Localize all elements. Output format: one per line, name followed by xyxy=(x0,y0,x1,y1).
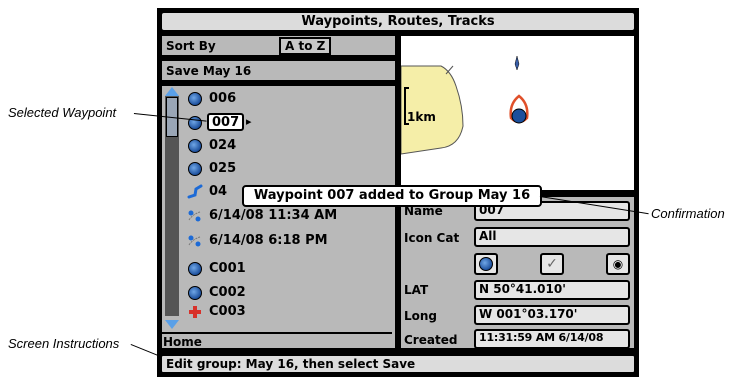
list-item-selected[interactable]: 007 xyxy=(207,113,245,131)
track-icon xyxy=(188,210,201,222)
selection-arrow-icon: ▸ xyxy=(246,115,252,128)
list-item[interactable]: 024 xyxy=(209,135,236,157)
save-group-label: Save May 16 xyxy=(166,64,252,78)
list-item[interactable]: C003 xyxy=(209,301,246,323)
created-label: Created xyxy=(404,333,458,347)
map-canvas xyxy=(401,55,529,155)
waypoint-icon xyxy=(188,286,202,300)
list-item[interactable]: 6/14/08 6:18 PM xyxy=(209,230,328,252)
status-bar: Edit group: May 16, then select Save xyxy=(160,354,636,374)
checkmark-button[interactable]: ✓ xyxy=(540,253,564,275)
list-item[interactable]: 6/14/08 11:34 AM xyxy=(209,205,337,227)
icon-cat-field[interactable]: All xyxy=(474,227,630,247)
cross-icon xyxy=(189,306,201,318)
route-icon xyxy=(187,184,203,199)
list-item[interactable]: 04 xyxy=(209,181,227,203)
waypoint-icon xyxy=(479,257,493,271)
long-field[interactable]: W 001°03.170' xyxy=(474,305,630,325)
sort-by-row[interactable]: Sort By A to Z xyxy=(160,34,397,57)
scroll-down-icon[interactable] xyxy=(165,320,179,329)
sort-by-label: Sort By xyxy=(166,39,216,53)
track-icon xyxy=(188,235,201,247)
long-label: Long xyxy=(404,309,438,323)
waypoint-icon xyxy=(188,262,202,276)
map-panel[interactable]: 1km xyxy=(399,34,636,192)
lat-label: LAT xyxy=(404,283,429,297)
map-scale-label: 1km xyxy=(407,110,436,124)
waypoint-icon xyxy=(188,139,202,153)
lat-field[interactable]: N 50°41.010' xyxy=(474,280,630,300)
page-title: Waypoints, Routes, Tracks xyxy=(160,11,636,32)
callout-confirmation: Confirmation xyxy=(651,206,725,221)
waypoint-icon xyxy=(188,162,202,176)
confirmation-popup: Waypoint 007 added to Group May 16 xyxy=(242,185,542,207)
sort-by-value[interactable]: A to Z xyxy=(279,37,332,55)
list-item[interactable]: 006 xyxy=(209,88,236,110)
eye-icon[interactable]: ◉ xyxy=(606,253,630,275)
list-divider xyxy=(162,332,392,334)
created-field[interactable]: 11:31:59 AM 6/14/08 xyxy=(474,329,630,349)
callout-screen-instructions: Screen Instructions xyxy=(8,336,120,351)
save-group-row[interactable]: Save May 16 xyxy=(160,59,397,82)
icon-cat-label: Icon Cat xyxy=(404,231,460,245)
list-item[interactable]: C001 xyxy=(209,258,246,280)
home-label[interactable]: Home xyxy=(163,335,202,349)
waypoint-icon xyxy=(188,92,202,106)
list-item[interactable]: 025 xyxy=(209,158,236,180)
waypoint-icon-button[interactable] xyxy=(474,253,498,275)
scroll-up-icon[interactable] xyxy=(165,87,179,96)
callout-selected-waypoint: Selected Waypoint xyxy=(8,105,117,120)
